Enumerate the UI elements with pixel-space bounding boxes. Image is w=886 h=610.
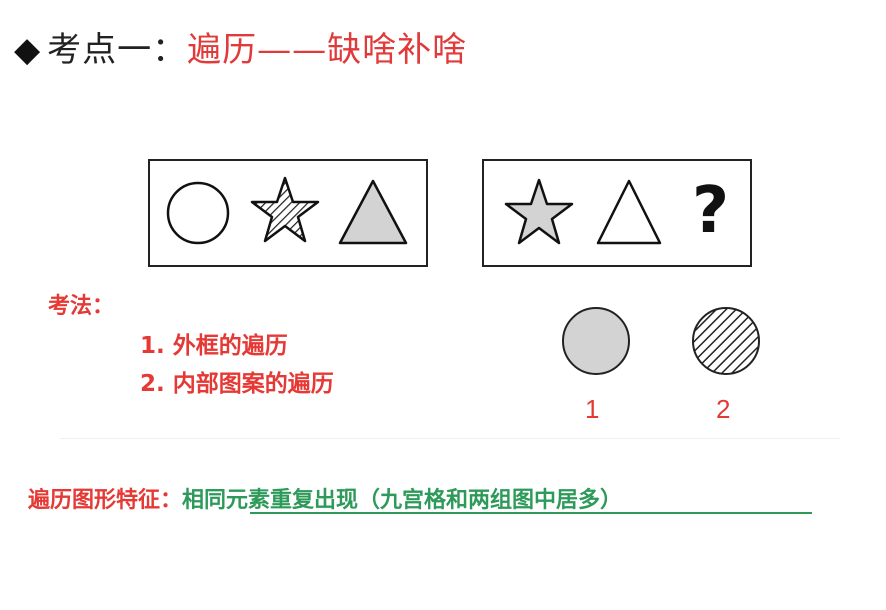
gray-triangle-icon — [338, 179, 408, 245]
divider — [60, 438, 840, 439]
gray-circle-icon — [562, 307, 630, 375]
methods-title: 考法： — [48, 294, 115, 319]
triangle-icon — [596, 179, 662, 245]
option-label-2: 2 — [716, 394, 731, 424]
feature-line: 遍历图形特征：相同元素重复出现（九宫格和两组图中居多） — [28, 482, 622, 514]
striped-star-icon — [250, 176, 320, 243]
circle-icon — [166, 181, 230, 245]
figure-panel-left — [148, 159, 428, 267]
question-mark: ? — [692, 174, 730, 248]
title-lead: 考点一： — [47, 30, 188, 70]
option-label-1: 1 — [585, 394, 600, 424]
title-topic: 遍历——缺啥补啥 — [187, 30, 468, 70]
gray-star-icon — [504, 178, 574, 245]
diamond-bullet-icon: ◆ — [14, 30, 42, 70]
figure-panel-right: ? — [482, 159, 752, 267]
feature-underline — [250, 512, 812, 514]
method-item: 1. 外框的遍历 — [140, 333, 288, 359]
page-title: ◆ 考点一：遍历——缺啥补啥 — [14, 22, 467, 71]
feature-label: 遍历图形特征： — [28, 487, 183, 513]
method-item: 2. 内部图案的遍历 — [140, 371, 334, 397]
striped-circle-icon — [692, 307, 760, 375]
feature-value: 相同元素重复出现（九宫格和两组图中居多） — [182, 487, 623, 513]
